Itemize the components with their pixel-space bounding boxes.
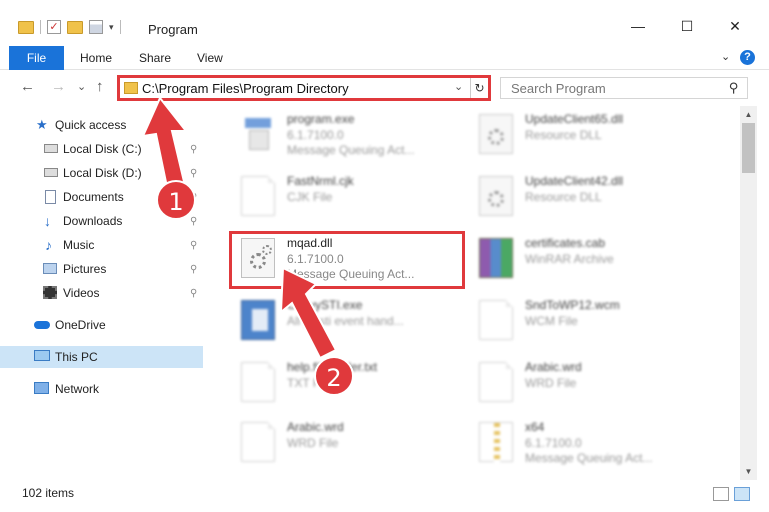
arrow-2: [279, 266, 338, 360]
annotation-arrows: [141, 96, 338, 360]
arrow-1: [141, 96, 189, 194]
callout-1: 1: [156, 180, 196, 220]
callout-2: 2: [314, 356, 354, 396]
